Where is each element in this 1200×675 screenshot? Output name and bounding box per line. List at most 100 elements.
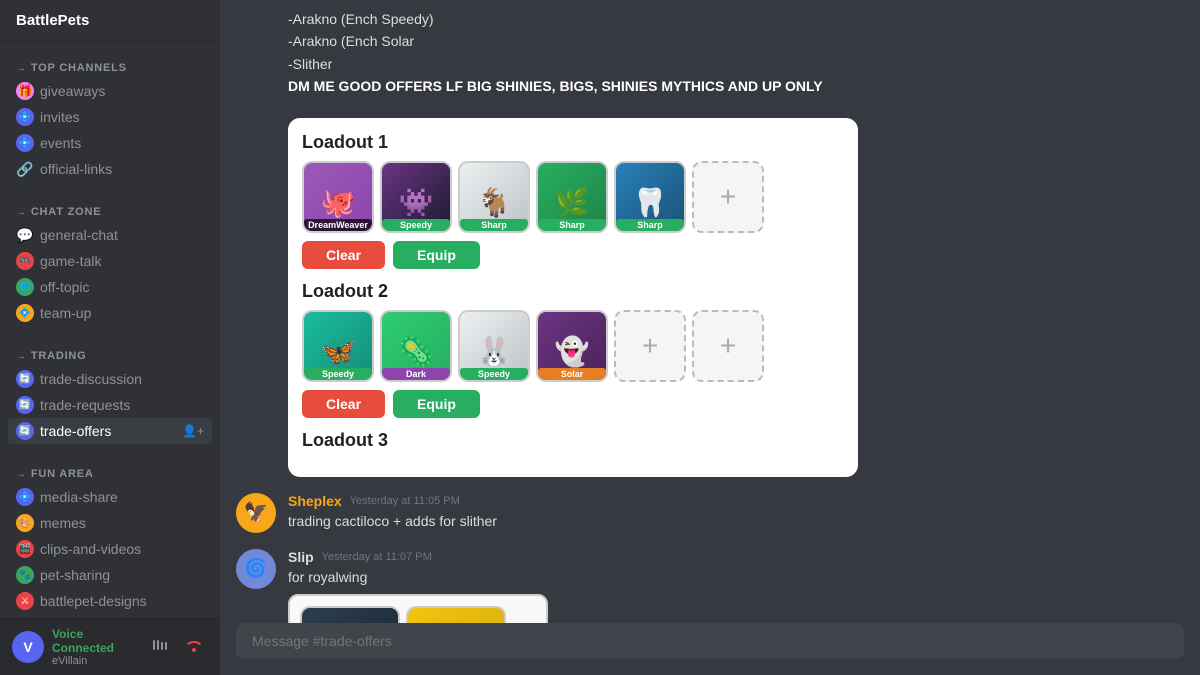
trade-o-icon: 🔄 [16, 422, 34, 440]
channel-name-invites: invites [40, 109, 204, 125]
pet-label-dreamweaver: DreamWeaver [304, 219, 372, 231]
chat-input-bar [220, 623, 1200, 675]
section-label-fun: FUN AREA [8, 464, 212, 484]
loadout-1-section: Loadout 1 🐙 DreamWeaver 👾 Speedy [302, 132, 844, 269]
loadout-2-equip-button[interactable]: Equip [393, 390, 480, 418]
sidebar-item-trade-offers[interactable]: 🔄 trade-offers 👤+ [8, 418, 212, 444]
sidebar-item-giveaways[interactable]: 🎁 giveaways [8, 78, 212, 104]
sidebar-item-general-chat[interactable]: 💬 general-chat [8, 222, 212, 248]
voice-username: eVillain [52, 655, 138, 667]
sidebar: BattlePets TOP CHANNELS 🎁 giveaways 💠 in… [0, 0, 220, 675]
voice-status: Voice Connected [52, 627, 138, 655]
message-text-slip: for royalwing [288, 567, 1184, 588]
disconnect-button[interactable] [180, 633, 208, 661]
message-text-sheplex: trading cactiloco + adds for slither [288, 511, 1184, 532]
pet-slot-speedy-white: 🐰 Speedy [458, 310, 530, 382]
sidebar-item-trade-requests[interactable]: 🔄 trade-requests [8, 392, 212, 418]
pet-emoji-speedy-1: 👾 [399, 186, 434, 219]
loadout-1-equip-button[interactable]: Equip [393, 241, 480, 269]
loadout-2-buttons: Clear Equip [302, 390, 844, 418]
voice-controls [146, 633, 208, 661]
timestamp-sheplex: Yesterday at 11:05 PM [350, 495, 460, 507]
sidebar-item-trade-discussion[interactable]: 🔄 trade-discussion [8, 366, 212, 392]
chat-input[interactable] [236, 623, 1184, 659]
section-label-top: TOP CHANNELS [8, 58, 212, 78]
channel-name-trade-discussion: trade-discussion [40, 371, 204, 387]
pet-label-speedy-1: Speedy [382, 219, 450, 231]
loadout-1-clear-button[interactable]: Clear [302, 241, 385, 269]
pet-emoji-dreamweaver: 🐙 [321, 186, 356, 219]
sidebar-item-memes[interactable]: 🎨 memes [8, 510, 212, 536]
pet-label-speedy-white: Speedy [460, 368, 528, 380]
sidebar-item-events[interactable]: 💠 events [8, 130, 212, 156]
sidebar-item-team-up[interactable]: 💠 team-up [8, 300, 212, 326]
pet-slot-speedy-1: 👾 Speedy [380, 161, 452, 233]
pet-slot-sharp-1: 🐐 Sharp [458, 161, 530, 233]
loadout-1-title: Loadout 1 [302, 132, 844, 153]
server-name[interactable]: BattlePets [0, 0, 220, 42]
message-header-slip: Slip Yesterday at 11:07 PM [288, 549, 1184, 565]
sidebar-item-clips-and-videos[interactable]: 🎬 clips-and-videos [8, 536, 212, 562]
main-chat: -Arakno (Ench Speedy) -Arakno (Ench Sola… [220, 0, 1200, 675]
pre-text-line-1: -Arakno (Ench Speedy) [288, 8, 1184, 30]
sidebar-item-game-talk[interactable]: 🎮 game-talk [8, 248, 212, 274]
loadout-2-clear-button[interactable]: Clear [302, 390, 385, 418]
pet-emoji-speedy-white: 🐰 [477, 335, 512, 368]
chat-icon: 💬 [16, 226, 34, 244]
pet-slot-dark: 🦠 Dark [380, 310, 452, 382]
add-slot-1[interactable]: + [692, 161, 764, 233]
message-slip: 🌀 Slip Yesterday at 11:07 PM for royalwi… [236, 549, 1184, 623]
channel-name-battlepet-designs: battlepet-designs [40, 593, 204, 609]
loadout-1-slots: 🐙 DreamWeaver 👾 Speedy [302, 161, 844, 233]
sidebar-item-battlepet-designs[interactable]: ⚔ battlepet-designs [8, 588, 212, 614]
channel-name-team-up: team-up [40, 305, 204, 321]
voice-info: Voice Connected eVillain [52, 627, 138, 667]
events-icon: 💠 [16, 134, 34, 152]
add-slot-3[interactable]: + [692, 310, 764, 382]
section-label-trading: TRADING [8, 346, 212, 366]
pet-label-dark: Dark [382, 368, 450, 380]
loadout-2-section: Loadout 2 🦋 Speedy 🦠 Dark [302, 281, 844, 418]
channel-list: TOP CHANNELS 🎁 giveaways 💠 invites 💠 eve… [0, 42, 220, 618]
game-icon: 🎮 [16, 252, 34, 270]
pre-text-line-4: DM ME GOOD OFFERS LF BIG SHINIES, BIGS, … [288, 75, 1184, 97]
timestamp-slip: Yesterday at 11:07 PM [322, 551, 432, 563]
channel-name-events: events [40, 135, 204, 151]
channel-name-official-links: official-links [40, 161, 204, 177]
mute-button[interactable] [146, 633, 174, 661]
channel-name-memes: memes [40, 515, 204, 531]
sidebar-item-off-topic[interactable]: 🌐 off-topic [8, 274, 212, 300]
channel-name-general-chat: general-chat [40, 227, 204, 243]
add-member-icon[interactable]: 👤+ [182, 424, 204, 438]
trade-d-icon: 🔄 [16, 370, 34, 388]
section-fun-area: FUN AREA 💠 media-share 🎨 memes 🎬 clips-a… [0, 448, 220, 618]
sidebar-item-official-links[interactable]: 🔗 official-links [8, 156, 212, 182]
pet-emoji-sharp-2: 🌿 [555, 186, 590, 219]
loadout-2-title: Loadout 2 [302, 281, 844, 302]
pet-icon: 🐾 [16, 566, 34, 584]
sidebar-item-media-share[interactable]: 💠 media-share [8, 484, 212, 510]
sidebar-item-invites[interactable]: 💠 invites [8, 104, 212, 130]
pet-slot-sharp-3: 🦷 Sharp [614, 161, 686, 233]
sidebar-item-pet-sharing[interactable]: 🐾 pet-sharing [8, 562, 212, 588]
pet-emoji-dark: 🦠 [399, 335, 434, 368]
invite-icon: 💠 [16, 108, 34, 126]
avatar-slip: 🌀 [236, 549, 276, 589]
message-content-sheplex: Sheplex Yesterday at 11:05 PM trading ca… [288, 493, 1184, 533]
sidebar-item-battlepets-suggesti[interactable]: 🌿 battlepets-suggesti... [8, 614, 212, 618]
teamup-icon: 💠 [16, 304, 34, 322]
pet-label-sharp-3: Sharp [616, 219, 684, 231]
slip-pet-yellow: 😸 [406, 606, 506, 623]
channel-name-pet-sharing: pet-sharing [40, 567, 204, 583]
message-content-slip: Slip Yesterday at 11:07 PM for royalwing… [288, 549, 1184, 623]
pet-label-sharp-1: Sharp [460, 219, 528, 231]
slip-pet-speedy-black: 🦇 Speedy [300, 606, 400, 623]
add-slot-2[interactable]: + [614, 310, 686, 382]
section-chat-zone: CHAT ZONE 💬 general-chat 🎮 game-talk 🌐 o… [0, 186, 220, 330]
pet-label-sharp-2: Sharp [538, 219, 606, 231]
pre-text-line-2: -Arakno (Ench Solar [288, 30, 1184, 52]
section-top: TOP CHANNELS 🎁 giveaways 💠 invites 💠 eve… [0, 42, 220, 186]
pet-slot-sharp-2: 🌿 Sharp [536, 161, 608, 233]
clips-icon: 🎬 [16, 540, 34, 558]
memes-icon: 🎨 [16, 514, 34, 532]
